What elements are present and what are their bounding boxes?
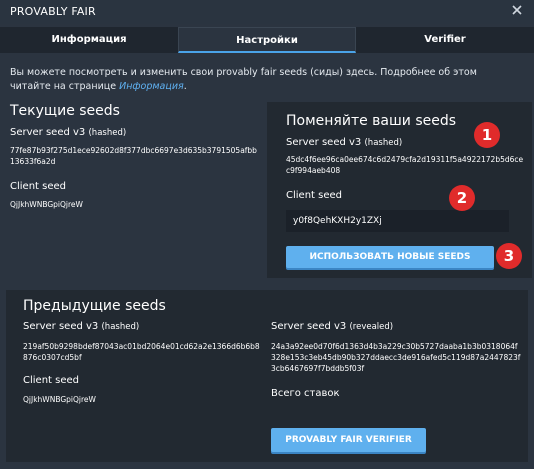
intro-body: Вы можете посмотреть и изменить свои pro… <box>10 67 477 92</box>
previous-seeds-panel: Предыдущие seeds Server seed v3 (hashed)… <box>6 290 528 462</box>
current-server-label: Server seed v3 (hashed) <box>10 127 126 138</box>
current-server-hint: (hashed) <box>88 128 127 138</box>
previous-seeds-title: Предыдущие seeds <box>23 298 166 314</box>
current-seeds-title: Текущие seeds <box>10 103 120 119</box>
prev-server-hashed-label-text: Server seed v3 <box>23 321 99 332</box>
badge-2: 2 <box>449 185 475 211</box>
change-seeds-panel: Поменяйте ваши seeds Server seed v3 (has… <box>267 102 532 278</box>
provably-fair-verifier-button[interactable]: PROVABLY FAIR VERIFIER <box>271 428 426 452</box>
prev-client-seed: QjJkhWNBGpiQjreW <box>23 395 96 404</box>
tab-verifier[interactable]: Verifier <box>356 27 534 53</box>
current-client-seed: QjJkhWNBGpiQjreW <box>10 200 83 209</box>
intro-text: Вы можете посмотреть и изменить свои pro… <box>10 66 515 94</box>
prev-server-hashed-label: Server seed v3 (hashed) <box>23 321 139 332</box>
current-server-label-text: Server seed v3 <box>10 127 86 138</box>
badge-3: 3 <box>496 243 522 269</box>
tab-settings[interactable]: Настройки <box>178 27 356 53</box>
change-seeds-title: Поменяйте ваши seeds <box>286 113 457 129</box>
prev-server-revealed-label: Server seed v3 (revealed) <box>271 321 393 332</box>
badge-1: 1 <box>474 122 500 148</box>
prev-server-revealed-seed: 24a3a92ee0d70f6d1363d4b3a229c30b5727daab… <box>271 342 521 373</box>
prev-server-hashed-seed: 219af50b9298bdef87043ac01bd2064e01cd62a2… <box>23 342 260 362</box>
new-server-seed: 45dc4f6ee96ca0ee674c6d2479cfa2d19311f5a4… <box>286 155 524 175</box>
change-server-label: Server seed v3 (hashed) <box>286 137 402 148</box>
change-server-label-text: Server seed v3 <box>286 137 362 148</box>
client-seed-input[interactable]: y0f8QehKXH2y1ZXj <box>286 210 509 232</box>
tab-bar: Информация Настройки Verifier <box>0 27 534 53</box>
prev-server-hashed-hint: (hashed) <box>101 322 140 332</box>
close-icon[interactable] <box>510 3 524 17</box>
info-link[interactable]: Информация <box>119 81 184 92</box>
current-client-label: Client seed <box>10 181 66 192</box>
prev-server-revealed-hint: (revealed) <box>349 322 394 332</box>
use-new-seeds-button[interactable]: ИСПОЛЬЗОВАТЬ НОВЫЕ SEEDS <box>286 246 494 268</box>
window-title: PROVABLY FAIR <box>10 5 96 18</box>
title-bar: PROVABLY FAIR <box>0 0 534 24</box>
total-bets-label: Всего ставок <box>271 388 340 399</box>
change-server-hint: (hashed) <box>364 138 403 148</box>
tab-information[interactable]: Информация <box>0 27 178 53</box>
current-server-seed: 77fe87b93f275d1ece92602d8f377dbc6697e3d6… <box>10 146 257 166</box>
change-client-label: Client seed <box>286 190 342 201</box>
intro-end: . <box>183 81 187 92</box>
prev-server-revealed-label-text: Server seed v3 <box>271 321 347 332</box>
prev-client-label: Client seed <box>23 375 79 386</box>
